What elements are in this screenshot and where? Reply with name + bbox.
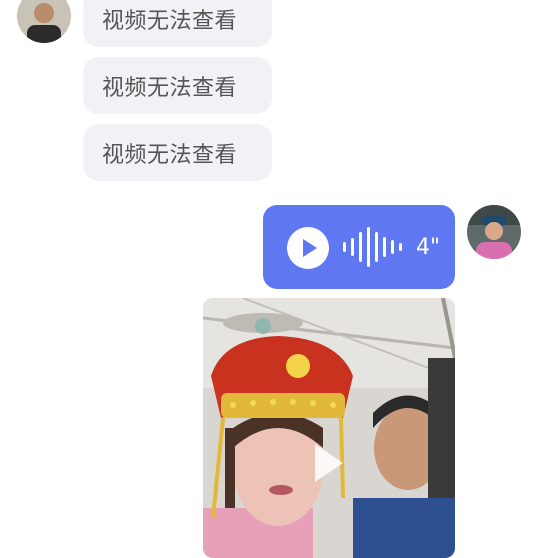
video-thumbnail (203, 298, 455, 558)
self-avatar[interactable] (467, 205, 521, 259)
video-play-icon[interactable] (315, 444, 343, 482)
play-icon[interactable] (287, 227, 329, 269)
message-bubble-incoming[interactable]: 视频无法查看 (83, 57, 272, 114)
message-text: 视频无法查看 (102, 75, 238, 101)
voice-message-bubble[interactable]: 4" (263, 205, 455, 289)
message-text: 视频无法查看 (102, 8, 238, 34)
video-message[interactable] (203, 298, 455, 558)
message-bubble-incoming[interactable]: 视频无法查看 (83, 0, 272, 47)
waveform-icon (343, 227, 402, 267)
voice-duration: 4" (416, 235, 441, 260)
message-bubble-incoming[interactable]: 视频无法查看 (83, 124, 272, 181)
message-text: 视频无法查看 (102, 142, 238, 168)
sender-avatar[interactable] (17, 0, 71, 43)
